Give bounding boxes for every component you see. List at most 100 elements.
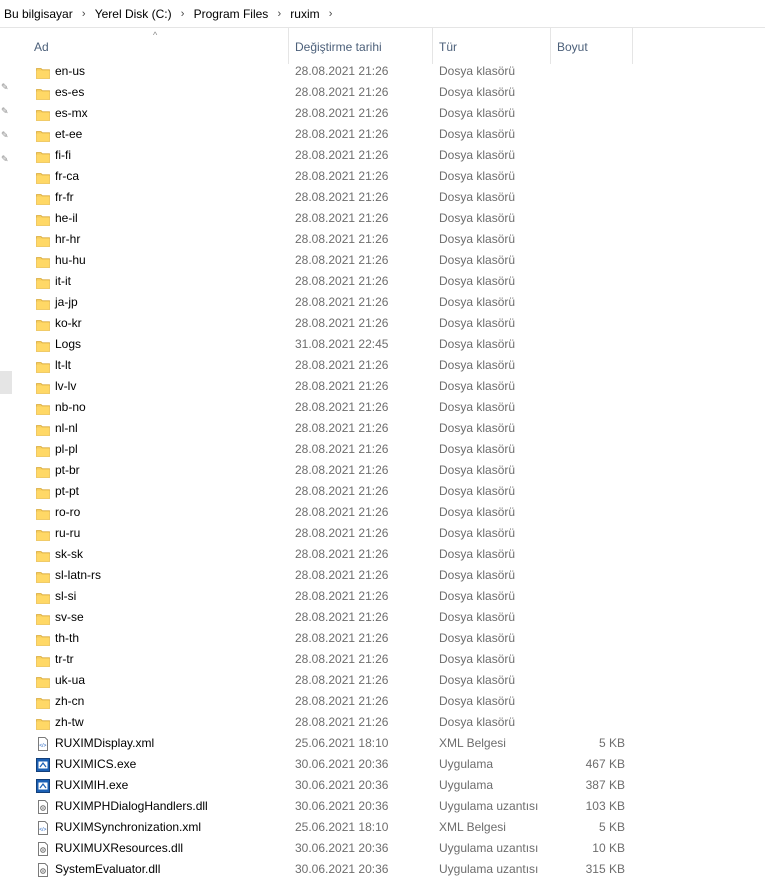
breadcrumb-local-disk[interactable]: Yerel Disk (C:) [91, 7, 176, 21]
file-row[interactable]: RUXIMICS.exe 30.06.2021 20:36 Uygulama 467 … [0, 754, 765, 775]
file-row[interactable]: fr-ca 28.08.2021 21:26 Dosya klasörü [0, 166, 765, 187]
file-row[interactable]: RUXIMPHDialogHandlers.dll 30.06.2021 20:3… [0, 796, 765, 817]
folder-icon [36, 569, 50, 583]
column-header-size[interactable]: Boyut [553, 28, 633, 64]
chevron-right-icon[interactable]: › [77, 8, 91, 20]
file-date: 30.06.2021 20:36 [295, 862, 389, 876]
column-header-type[interactable]: Tür [435, 28, 551, 64]
file-row[interactable]: hr-hr 28.08.2021 21:26 Dosya klasörü [0, 229, 765, 250]
file-row[interactable]: he-il 28.08.2021 21:26 Dosya klasörü [0, 208, 765, 229]
file-row[interactable]: RUXIMUXResources.dll 30.06.2021 20:36 Uygu… [0, 838, 765, 859]
file-row[interactable]: zh-cn 28.08.2021 21:26 Dosya klasörü [0, 691, 765, 712]
breadcrumb-this-pc[interactable]: Bu bilgisayar [0, 7, 77, 21]
file-list: en-us 28.08.2021 21:26 Dosya klasörü es-es 2… [0, 61, 765, 880]
file-row[interactable]: lt-lt 28.08.2021 21:26 Dosya klasörü [0, 355, 765, 376]
file-row[interactable]: ru-ru 28.08.2021 21:26 Dosya klasörü [0, 523, 765, 544]
file-row[interactable]: fr-fr 28.08.2021 21:26 Dosya klasörü [0, 187, 765, 208]
file-date: 28.08.2021 21:26 [295, 421, 389, 435]
file-row[interactable]: sv-se 28.08.2021 21:26 Dosya klasörü [0, 607, 765, 628]
file-row[interactable]: tr-tr 28.08.2021 21:26 Dosya klasörü [0, 649, 765, 670]
file-date: 28.08.2021 21:26 [295, 505, 389, 519]
file-date: 28.08.2021 21:26 [295, 169, 389, 183]
file-date: 28.08.2021 21:26 [295, 547, 389, 561]
file-name: et-ee [55, 127, 83, 141]
file-name: nb-no [55, 400, 86, 414]
chevron-right-icon[interactable]: › [176, 8, 190, 20]
file-row[interactable]: et-ee 28.08.2021 21:26 Dosya klasörü [0, 124, 765, 145]
folder-icon [36, 149, 50, 163]
file-size: 103 KB [585, 799, 625, 813]
file-row[interactable]: hu-hu 28.08.2021 21:26 Dosya klasörü [0, 250, 765, 271]
column-header-type-label: Tür [439, 40, 457, 54]
file-name: pl-pl [55, 442, 78, 456]
file-type: Dosya klasörü [439, 505, 516, 519]
chevron-right-icon[interactable]: › [272, 8, 286, 20]
file-row[interactable]: ko-kr 28.08.2021 21:26 Dosya klasörü [0, 313, 765, 334]
file-row[interactable]: </> RUXIMSynchronization.xml 25.06.2021 18… [0, 817, 765, 838]
file-name: fr-fr [55, 190, 74, 204]
file-type: Dosya klasörü [439, 610, 516, 624]
file-date: 28.08.2021 21:26 [295, 211, 389, 225]
file-type: Dosya klasörü [439, 547, 516, 561]
file-name: en-us [55, 64, 86, 78]
file-row[interactable]: th-th 28.08.2021 21:26 Dosya klasörü [0, 628, 765, 649]
file-row[interactable]: sl-latn-rs 28.08.2021 21:26 Dosya klasörü [0, 565, 765, 586]
column-header-name[interactable]: Ad ^ [30, 28, 289, 64]
file-name: ro-ro [55, 505, 81, 519]
column-header-date[interactable]: Değiştirme tarihi [291, 28, 433, 64]
file-row[interactable]: es-es 28.08.2021 21:26 Dosya klasörü [0, 82, 765, 103]
folder-icon [36, 128, 50, 142]
file-row[interactable]: sl-si 28.08.2021 21:26 Dosya klasörü [0, 586, 765, 607]
file-type: Dosya klasörü [439, 400, 516, 414]
file-row[interactable]: zh-tw 28.08.2021 21:26 Dosya klasörü [0, 712, 765, 733]
breadcrumb-ruxim[interactable]: ruxim [286, 7, 323, 21]
folder-icon [36, 170, 50, 184]
file-name: lv-lv [55, 379, 77, 393]
xml-file-icon: </> [36, 821, 50, 835]
file-row[interactable]: ja-jp 28.08.2021 21:26 Dosya klasörü [0, 292, 765, 313]
file-row[interactable]: nl-nl 28.08.2021 21:26 Dosya klasörü [0, 418, 765, 439]
file-row[interactable]: pl-pl 28.08.2021 21:26 Dosya klasörü [0, 439, 765, 460]
file-type: Dosya klasörü [439, 442, 516, 456]
file-row[interactable]: pt-br 28.08.2021 21:26 Dosya klasörü [0, 460, 765, 481]
file-row[interactable]: uk-ua 28.08.2021 21:26 Dosya klasörü [0, 670, 765, 691]
file-name: es-es [55, 85, 85, 99]
file-row[interactable]: sk-sk 28.08.2021 21:26 Dosya klasörü [0, 544, 765, 565]
file-row[interactable]: en-us 28.08.2021 21:26 Dosya klasörü [0, 61, 765, 82]
file-type: Dosya klasörü [439, 295, 516, 309]
file-date: 28.08.2021 21:26 [295, 274, 389, 288]
folder-icon [36, 443, 50, 457]
file-type: Dosya klasörü [439, 253, 516, 267]
file-name: RUXIMICS.exe [55, 757, 137, 771]
file-row[interactable]: SystemEvaluator.dll 30.06.2021 20:36 Uygul… [0, 859, 765, 880]
file-size: 387 KB [585, 778, 625, 792]
file-name: RUXIMDisplay.xml [55, 736, 155, 750]
file-row[interactable]: it-it 28.08.2021 21:26 Dosya klasörü [0, 271, 765, 292]
file-row[interactable]: </> RUXIMDisplay.xml 25.06.2021 18:10 XML B… [0, 733, 765, 754]
file-name: sl-latn-rs [55, 568, 102, 582]
file-row[interactable]: RUXIMIH.exe 30.06.2021 20:36 Uygulama 387 K… [0, 775, 765, 796]
file-type: Uygulama uzantısı [439, 799, 539, 813]
sort-up-icon: ^ [153, 30, 158, 40]
file-type: Dosya klasörü [439, 526, 516, 540]
column-header-name-label: Ad [34, 40, 49, 54]
breadcrumb-program-files[interactable]: Program Files [190, 7, 273, 21]
file-row[interactable]: fi-fi 28.08.2021 21:26 Dosya klasörü [0, 145, 765, 166]
file-row[interactable]: ro-ro 28.08.2021 21:26 Dosya klasörü [0, 502, 765, 523]
file-type: Dosya klasörü [439, 631, 516, 645]
folder-icon [36, 653, 50, 667]
folder-icon [36, 401, 50, 415]
chevron-right-icon[interactable]: › [324, 8, 338, 20]
folder-icon [36, 422, 50, 436]
file-row[interactable]: Logs 31.08.2021 22:45 Dosya klasörü [0, 334, 765, 355]
file-size: 10 KB [592, 841, 625, 855]
file-row[interactable]: lv-lv 28.08.2021 21:26 Dosya klasörü [0, 376, 765, 397]
file-row[interactable]: pt-pt 28.08.2021 21:26 Dosya klasörü [0, 481, 765, 502]
file-row[interactable]: nb-no 28.08.2021 21:26 Dosya klasörü [0, 397, 765, 418]
svg-text:</>: </> [39, 743, 46, 749]
file-row[interactable]: es-mx 28.08.2021 21:26 Dosya klasörü [0, 103, 765, 124]
file-date: 28.08.2021 21:26 [295, 85, 389, 99]
file-name: sk-sk [55, 547, 83, 561]
file-name: hu-hu [55, 253, 86, 267]
file-type: XML Belgesi [439, 736, 506, 750]
